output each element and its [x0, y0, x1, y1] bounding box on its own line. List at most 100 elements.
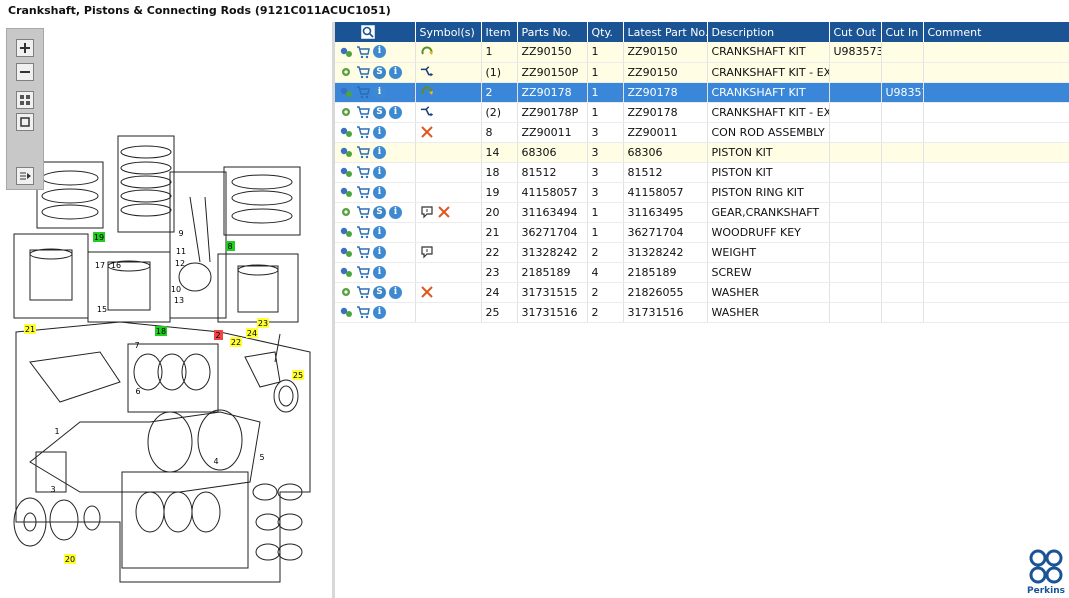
cell-item: 24	[481, 282, 518, 303]
row-symbols	[415, 282, 482, 303]
svg-text:21: 21	[25, 325, 35, 334]
row-actions[interactable]: Si	[335, 282, 416, 303]
cell-comment	[923, 162, 1069, 183]
svg-text:11: 11	[176, 247, 186, 256]
row-actions[interactable]: i	[335, 42, 416, 63]
row-actions[interactable]: i	[335, 82, 416, 103]
row-actions[interactable]: Si	[335, 102, 416, 123]
cell-qty: 3	[587, 182, 624, 203]
superseded-icon	[421, 46, 433, 55]
cell-description: SCREW	[707, 262, 830, 283]
cell-qty: 1	[587, 42, 624, 63]
info-icon: i	[373, 45, 386, 59]
cell-latest-part-no: ZZ90178	[623, 82, 708, 103]
column-cut-out[interactable]: Cut Out	[829, 22, 882, 42]
row-actions[interactable]: i	[335, 242, 416, 263]
row-actions[interactable]: Si	[335, 202, 416, 223]
actual-size-icon[interactable]	[16, 113, 34, 131]
table-row[interactable]: i 8 ZZ90011 3 ZZ90011 CON ROD ASSEMBLY	[335, 122, 1069, 143]
cell-part-no: ZZ90178	[517, 82, 588, 103]
column-item[interactable]: Item	[481, 22, 518, 42]
column-qty[interactable]: Qty.	[587, 22, 624, 42]
cell-latest-part-no: 21826055	[623, 282, 708, 303]
table-row[interactable]: i 14 68306 3 68306 PISTON KIT	[335, 142, 1069, 163]
cell-comment	[923, 82, 1069, 103]
column-latest-part-no[interactable]: Latest Part No.	[623, 22, 708, 42]
column-parts-no[interactable]: Parts No.	[517, 22, 588, 42]
column-symbols[interactable]: Symbol(s)	[415, 22, 482, 42]
cell-comment	[923, 262, 1069, 283]
discontinued-icon	[420, 286, 433, 298]
table-row[interactable]: i1ZZ901501ZZ90150CRANKSHAFT KITU9835730	[335, 42, 1069, 63]
column-comment[interactable]: Comment	[923, 22, 1069, 42]
table-row[interactable]: i 19 41158057 3 41158057 PISTON RING KIT	[335, 182, 1069, 203]
table-row[interactable]: i 23 2185189 4 2185189 SCREW	[335, 262, 1069, 283]
row-actions[interactable]: i	[335, 222, 416, 243]
zoom-in-icon[interactable]	[16, 39, 34, 57]
info-icon: i	[389, 285, 402, 299]
cell-item: (1)	[481, 62, 518, 83]
discontinued-icon	[420, 126, 433, 138]
row-actions[interactable]: Si	[335, 62, 416, 83]
cell-item: 2	[481, 82, 518, 103]
cell-description: GEAR,CRANKSHAFT	[707, 202, 830, 223]
table-row[interactable]: Si 20 31163494 1 31163495 GEAR,CRANKSHAFT	[335, 202, 1069, 223]
diagram-toolbar	[6, 28, 44, 190]
svg-text:2: 2	[215, 331, 220, 340]
cell-item: 18	[481, 162, 518, 183]
table-row[interactable]: i 21 36271704 1 36271704 WOODRUFF KEY	[335, 222, 1069, 243]
parts-table: Symbol(s) Item Parts No. Qty. Latest Par…	[335, 22, 1069, 323]
row-symbols	[415, 222, 482, 243]
row-actions[interactable]: i	[335, 302, 416, 323]
cell-description: WASHER	[707, 302, 830, 323]
table-row[interactable]: i 25 31731516 2 31731516 WASHER	[335, 302, 1069, 323]
cell-description: CRANKSHAFT KIT - EXCH	[707, 62, 830, 83]
row-actions[interactable]: i	[335, 182, 416, 203]
exchange-icon	[420, 66, 433, 77]
column-description[interactable]: Description	[707, 22, 830, 42]
fit-icon[interactable]	[16, 91, 34, 109]
column-search[interactable]	[335, 22, 416, 42]
cell-latest-part-no: ZZ90011	[623, 122, 708, 143]
export-icon[interactable]	[16, 167, 34, 185]
cell-cut-in	[881, 222, 924, 243]
cell-cut-in	[881, 142, 924, 163]
svg-text:4: 4	[213, 457, 218, 466]
cell-comment	[923, 122, 1069, 143]
row-symbols	[415, 202, 482, 223]
svg-text:23: 23	[258, 319, 268, 328]
table-row[interactable]: i 22 31328242 2 31328242 WEIGHT	[335, 242, 1069, 263]
gear-icon	[342, 68, 350, 76]
row-actions[interactable]: i	[335, 262, 416, 283]
zoom-out-icon[interactable]	[16, 63, 34, 81]
row-actions[interactable]: i	[335, 162, 416, 183]
cell-part-no: 31163494	[517, 202, 588, 223]
cell-latest-part-no: ZZ90178	[623, 102, 708, 123]
row-actions[interactable]: i	[335, 142, 416, 163]
perkins-logo: Perkins	[1024, 548, 1068, 596]
cell-comment	[923, 182, 1069, 203]
cart-icon	[357, 306, 370, 319]
svg-text:18: 18	[156, 327, 166, 336]
cell-cut-out	[829, 162, 882, 183]
part-config-icon	[340, 307, 352, 317]
row-actions[interactable]: i	[335, 122, 416, 143]
table-row[interactable]: Si (2) ZZ90178P 1 ZZ90178 CRANKSHAFT KIT - EX…	[335, 102, 1069, 123]
table-row[interactable]: i2ZZ901781ZZ90178CRANKSHAFT KITU98357	[335, 82, 1069, 103]
cell-qty: 3	[587, 142, 624, 163]
window-title: Crankshaft, Pistons & Connecting Rods (9…	[8, 4, 391, 17]
part-config-icon	[340, 227, 352, 237]
cell-qty: 2	[587, 302, 624, 323]
table-row[interactable]: i 18 81512 3 81512 PISTON KIT	[335, 162, 1069, 183]
info-icon: i	[389, 205, 402, 219]
cell-qty: 3	[587, 122, 624, 143]
parts-diagram[interactable]: 19 8 18 2 21 23 24 22 25 20 911 1210 131…	[0, 22, 332, 598]
cart-icon	[357, 186, 370, 199]
cell-latest-part-no: 2185189	[623, 262, 708, 283]
table-row[interactable]: Si 24 31731515 2 21826055 WASHER	[335, 282, 1069, 303]
cart-icon	[357, 226, 370, 239]
table-row[interactable]: Si (1) ZZ90150P 1 ZZ90150 CRANKSHAFT KIT - EX…	[335, 62, 1069, 83]
info-icon: i	[373, 265, 386, 279]
cell-cut-in	[881, 62, 924, 83]
column-cut-in[interactable]: Cut In	[881, 22, 924, 42]
